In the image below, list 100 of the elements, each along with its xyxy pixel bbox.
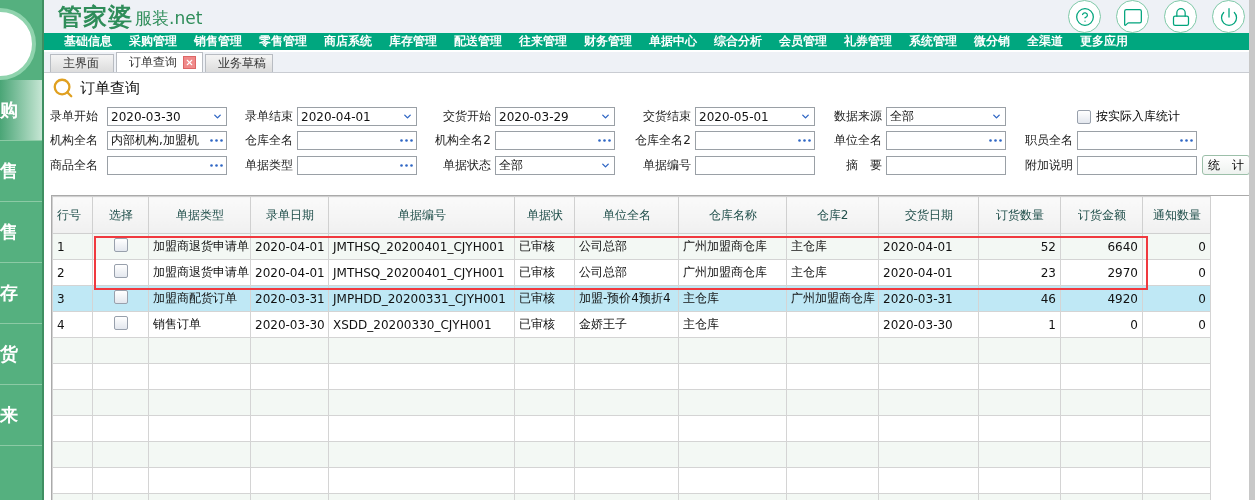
table-cell: 广州加盟商仓库 xyxy=(678,259,787,286)
field-label: 摘 要 xyxy=(845,156,883,174)
table-cell: 0 xyxy=(1060,311,1143,338)
table-cell: 1 xyxy=(978,311,1061,338)
power-button[interactable] xyxy=(1212,0,1245,33)
checkbox[interactable] xyxy=(1077,109,1091,124)
help-button[interactable] xyxy=(1068,0,1101,33)
caret-icon xyxy=(212,111,223,122)
stat-button[interactable]: 统 计 xyxy=(1202,155,1250,175)
field-label: 机构全名 xyxy=(50,132,99,149)
field-label: 交货结束 xyxy=(642,108,692,125)
more-icon xyxy=(400,163,413,167)
logo-text: 管家婆 xyxy=(58,1,133,33)
lookup-field[interactable] xyxy=(1077,131,1197,150)
table-cell: 23 xyxy=(978,259,1061,286)
column-header[interactable]: 单据编号 xyxy=(328,196,515,234)
dropdown-field[interactable]: 2020-03-29 xyxy=(495,107,615,126)
input-field[interactable] xyxy=(1077,155,1197,175)
lookup-field[interactable] xyxy=(107,155,227,175)
caret-icon xyxy=(402,111,413,122)
row-checkbox[interactable] xyxy=(113,264,128,278)
more-icon xyxy=(210,163,223,167)
more-icon xyxy=(1180,139,1193,142)
lookup-field[interactable] xyxy=(886,131,1006,150)
table-cell: 公司总部 xyxy=(574,259,679,286)
table-cell: JMTHSQ_20200401_CJYH001 xyxy=(328,259,515,286)
more-icon xyxy=(798,139,811,142)
column-header[interactable]: 交货日期 xyxy=(878,196,979,234)
field-label: 单据编号 xyxy=(642,156,692,174)
table-cell: 2970 xyxy=(1060,259,1143,286)
table-cell: 销售订单 xyxy=(148,311,251,338)
table-cell: 2020-04-01 xyxy=(250,259,329,286)
field-label: 录单结束 xyxy=(244,108,294,125)
field-label: 单据状态 xyxy=(442,156,492,174)
input-field[interactable] xyxy=(695,155,815,175)
more-icon xyxy=(210,139,223,142)
more-icon xyxy=(989,139,1002,142)
field-label: 录单开始 xyxy=(50,108,99,125)
column-header[interactable]: 行号 xyxy=(52,196,93,234)
table-cell: 0 xyxy=(1142,311,1211,338)
field-label: 仓库全名2 xyxy=(634,132,692,149)
field-label: 附加说明 xyxy=(1024,156,1074,174)
lookup-field[interactable]: 内部机构,加盟机 xyxy=(107,131,227,150)
search-icon xyxy=(52,77,74,99)
column-header[interactable]: 单据类型 xyxy=(148,196,251,234)
column-header[interactable]: 选择 xyxy=(92,196,149,234)
field-label: 机构全名2 xyxy=(434,132,492,149)
more-icon xyxy=(400,139,413,142)
table-cell: XSDD_20200330_CJYH001 xyxy=(328,311,515,338)
lookup-field[interactable] xyxy=(695,131,815,150)
lookup-field[interactable] xyxy=(297,155,417,175)
table-cell: 1 xyxy=(52,233,93,260)
tab[interactable]: 业务草稿 xyxy=(205,54,273,72)
column-header[interactable]: 单据状 xyxy=(514,196,575,234)
lock-icon xyxy=(1170,6,1191,27)
row-checkbox[interactable] xyxy=(113,316,128,330)
lookup-field[interactable] xyxy=(495,131,615,150)
lookup-field[interactable] xyxy=(297,131,417,150)
close-icon[interactable] xyxy=(183,56,196,69)
row-checkbox[interactable] xyxy=(113,290,128,304)
column-header[interactable]: 通知数量 xyxy=(1142,196,1211,234)
caret-icon xyxy=(600,111,611,122)
row-checkbox[interactable] xyxy=(113,238,128,252)
field-label: 交货开始 xyxy=(442,108,492,125)
column-header[interactable]: 录单日期 xyxy=(250,196,329,234)
lock-button[interactable] xyxy=(1164,0,1197,33)
table-cell: 4 xyxy=(52,311,93,338)
field-label: 单位全名 xyxy=(833,132,883,149)
field-label: 仓库全名 xyxy=(244,132,294,149)
input-field[interactable] xyxy=(886,155,1006,175)
dropdown-field[interactable]: 全部 xyxy=(886,107,1006,126)
tab[interactable]: 主界面 xyxy=(50,54,114,72)
table-cell: 2020-03-30 xyxy=(878,311,979,338)
power-icon xyxy=(1218,6,1239,27)
column-header[interactable]: 单位全名 xyxy=(574,196,679,234)
dropdown-field[interactable]: 2020-05-01 xyxy=(695,107,815,126)
checkbox-label[interactable]: 按实际入库统计 xyxy=(1077,108,1252,125)
table-cell: 主仓库 xyxy=(786,259,879,286)
caret-icon xyxy=(991,111,1002,122)
column-header[interactable]: 仓库名称 xyxy=(678,196,787,234)
help-icon xyxy=(1074,6,1095,27)
column-header[interactable]: 仓库2 xyxy=(786,196,879,234)
message-button[interactable] xyxy=(1116,0,1149,33)
column-header[interactable]: 订货数量 xyxy=(978,196,1061,234)
logo-suffix: 服装.net xyxy=(135,7,203,30)
tab[interactable]: 订单查询 xyxy=(116,52,203,72)
page-title: 订单查询 xyxy=(80,78,140,98)
table-cell: 2020-04-01 xyxy=(878,259,979,286)
table-cell: 2020-03-30 xyxy=(250,311,329,338)
dropdown-field[interactable]: 2020-04-01 xyxy=(297,107,417,126)
field-label: 商品全名 xyxy=(50,156,99,174)
table-cell: 主仓库 xyxy=(678,311,787,338)
dropdown-field[interactable]: 全部 xyxy=(495,155,615,175)
more-icon xyxy=(598,139,611,142)
table-cell: 3 xyxy=(52,285,93,312)
table-cell: 2 xyxy=(52,259,93,286)
column-header[interactable]: 订货金额 xyxy=(1060,196,1143,234)
dropdown-field[interactable]: 2020-03-30 xyxy=(107,107,227,126)
field-label: 职员全名 xyxy=(1024,132,1074,149)
caret-icon xyxy=(800,111,811,122)
